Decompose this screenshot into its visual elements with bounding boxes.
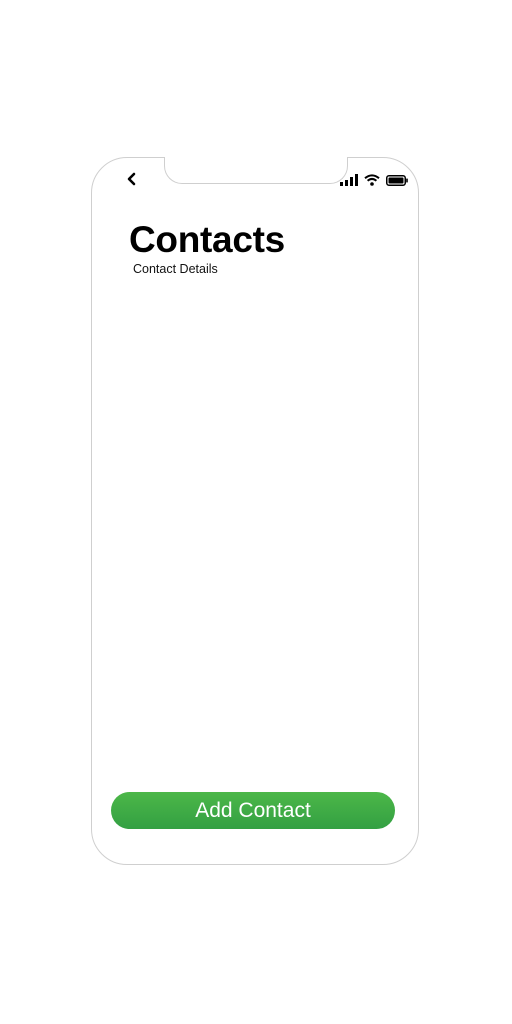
- wifi-icon: [364, 173, 380, 191]
- page-title: Contacts: [129, 219, 285, 260]
- status-bar: [340, 173, 408, 191]
- page-subtitle: Contact Details: [133, 262, 218, 276]
- battery-icon: [386, 173, 408, 191]
- back-chevron-icon[interactable]: [126, 172, 138, 186]
- add-contact-button[interactable]: Add Contact: [111, 792, 395, 829]
- cellular-signal-icon: [340, 173, 358, 191]
- phone-frame: Contacts Contact Details Add Contact: [91, 156, 419, 865]
- notch: [164, 157, 348, 184]
